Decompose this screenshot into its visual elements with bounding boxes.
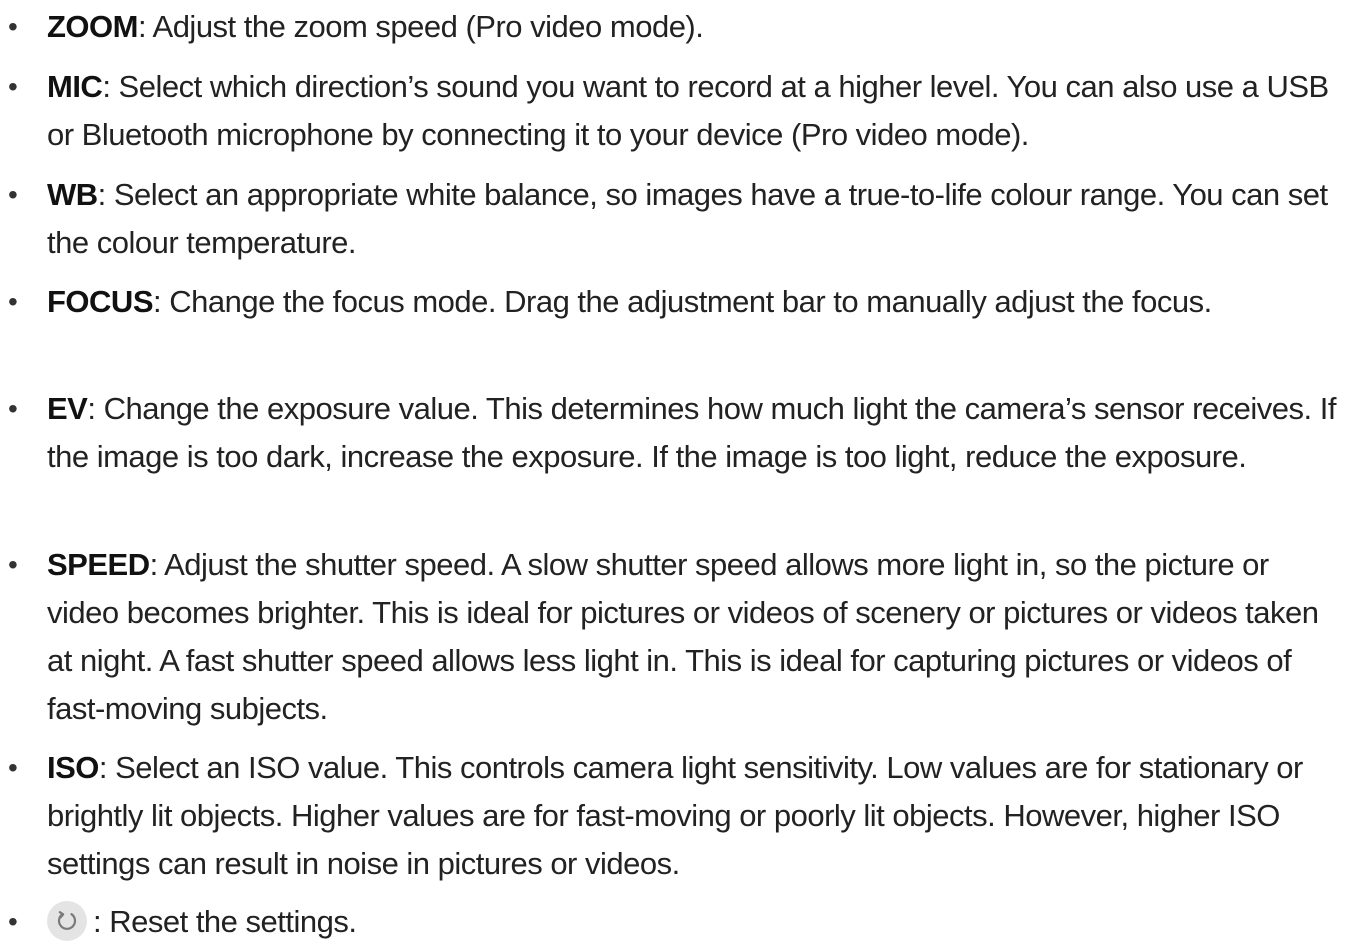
item-term: SPEED [47, 547, 150, 582]
bullet: • [8, 393, 18, 424]
item-text: ZOOM: Adjust the zoom speed (Pro video m… [47, 3, 1339, 51]
bullet: • [8, 71, 18, 102]
item-text: MIC: Select which direction’s sound you … [47, 63, 1339, 159]
item-text: SPEED: Adjust the shutter speed. A slow … [47, 541, 1339, 733]
bullet: • [8, 286, 18, 317]
reset-icon [47, 901, 87, 941]
item-text: ISO: Select an ISO value. This controls … [47, 744, 1339, 888]
item-text: EV: Change the exposure value. This dete… [47, 385, 1339, 481]
item-description: : Reset the settings. [93, 904, 357, 939]
item-description: : Change the exposure value. This determ… [47, 391, 1337, 474]
item-description: : Adjust the shutter speed. A slow shutt… [47, 547, 1319, 726]
bullet: • [8, 549, 18, 580]
item-term: ZOOM [47, 9, 139, 44]
item-description: : Adjust the zoom speed (Pro video mode)… [138, 9, 704, 44]
bullet: • [8, 11, 18, 42]
item-term: EV [47, 391, 88, 426]
item-term: WB [47, 177, 98, 212]
document-page: • ZOOM: Adjust the zoom speed (Pro video… [0, 0, 1346, 941]
item-description: : Select an ISO value. This controls cam… [47, 750, 1303, 881]
bullet: • [8, 752, 18, 783]
bullet: • [8, 906, 18, 937]
bullet: • [8, 179, 18, 210]
item-text: : Reset the settings. [47, 898, 1339, 946]
item-term: ISO [47, 750, 99, 785]
item-description: : Select which direction’s sound you wan… [47, 69, 1329, 152]
item-term: MIC [47, 69, 103, 104]
item-text: WB: Select an appropriate white balance,… [47, 171, 1339, 267]
item-term: FOCUS [47, 284, 154, 319]
item-description: : Change the focus mode. Drag the adjust… [153, 284, 1212, 319]
item-description: : Select an appropriate white balance, s… [47, 177, 1328, 260]
item-text: FOCUS: Change the focus mode. Drag the a… [47, 278, 1339, 326]
